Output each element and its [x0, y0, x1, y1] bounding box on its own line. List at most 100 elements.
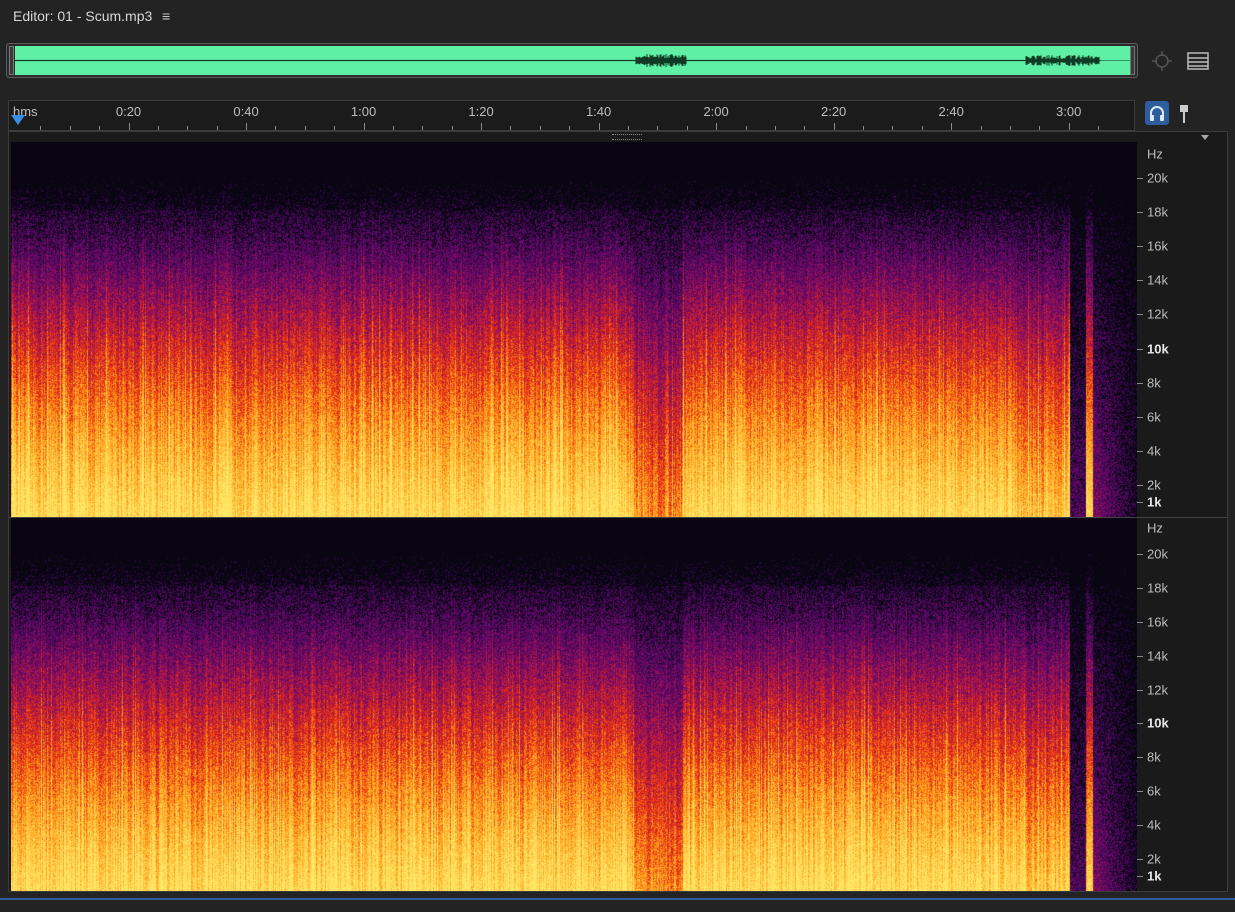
ruler-tick: [775, 126, 776, 130]
hz-label: 12k: [1147, 307, 1168, 322]
hz-label: 6k: [1147, 784, 1161, 799]
ruler-tick: [863, 126, 864, 130]
hz-label: 4k: [1147, 818, 1161, 833]
ruler-tick: [1069, 123, 1070, 130]
hz-tick: [1137, 554, 1143, 555]
headphones-icon: [1145, 101, 1169, 125]
hz-tick: [1137, 876, 1143, 877]
ruler-tick: [716, 123, 717, 130]
hz-label: 16k: [1147, 614, 1168, 629]
ruler-tick: [746, 126, 747, 130]
hz-label: 6k: [1147, 409, 1161, 424]
ruler-tick: [1039, 126, 1040, 130]
playhead-marker[interactable]: [11, 115, 25, 125]
panel-menu-icon[interactable]: ≡: [162, 8, 170, 24]
options-dropdown-icon[interactable]: [1201, 135, 1209, 140]
hz-label: 20k: [1147, 547, 1168, 562]
hz-label: 2k: [1147, 477, 1161, 492]
hz-unit-label: Hz: [1147, 521, 1163, 536]
hz-tick: [1137, 859, 1143, 860]
resize-grip[interactable]: [612, 134, 642, 140]
time-label: 0:40: [233, 104, 258, 119]
editor-title: Editor: 01 - Scum.mp3: [13, 8, 152, 24]
ruler-tick: [510, 126, 511, 130]
ruler-tick: [922, 126, 923, 130]
ruler-tick: [305, 126, 306, 130]
channel-left[interactable]: [11, 142, 1137, 517]
status-bar-line: [0, 898, 1235, 900]
time-label: 1:00: [351, 104, 376, 119]
hz-tick: [1137, 502, 1143, 503]
ruler-tick: [1010, 126, 1011, 130]
ruler-tick: [364, 123, 365, 130]
ruler-tick: [834, 123, 835, 130]
panel-layout-icon[interactable]: [1187, 52, 1209, 70]
hz-label: 18k: [1147, 205, 1168, 220]
ruler-tick: [892, 126, 893, 130]
hz-tick: [1137, 757, 1143, 758]
hz-label: 8k: [1147, 375, 1161, 390]
ruler-tick: [481, 123, 482, 130]
hz-unit-label: Hz: [1147, 147, 1163, 162]
ruler-tick: [951, 123, 952, 130]
hz-label: 18k: [1147, 580, 1168, 595]
channel-right[interactable]: [11, 518, 1137, 891]
hz-label: 16k: [1147, 239, 1168, 254]
hz-label: 14k: [1147, 273, 1168, 288]
ruler-tick: [129, 123, 130, 130]
marker-pin-icon[interactable]: [1178, 104, 1190, 124]
overview-waveform-trace: [15, 46, 1131, 75]
waveform-path: [15, 54, 1130, 67]
ruler-tick: [393, 126, 394, 130]
hz-tick: [1137, 622, 1143, 623]
frequency-axis-left: Hz 20k 18k 16k 14k 12k 10k 8k 6k 4k 2k 1k: [1137, 142, 1227, 517]
hz-tick: [1137, 690, 1143, 691]
ruler-tick: [40, 126, 41, 130]
ruler-tick: [657, 126, 658, 130]
ruler-tick: [452, 126, 453, 130]
hz-tick: [1137, 417, 1143, 418]
hz-label: 10k: [1147, 341, 1169, 356]
hz-tick: [1137, 485, 1143, 486]
hz-tick: [1137, 825, 1143, 826]
hz-tick: [1137, 723, 1143, 724]
hz-tick: [1137, 349, 1143, 350]
hz-label: 12k: [1147, 682, 1168, 697]
spectral-frequency-display[interactable]: Hz 20k 18k 16k 14k 12k 10k 8k 6k 4k 2k 1k Hz 20k 18…: [8, 131, 1228, 892]
time-label: 2:40: [939, 104, 964, 119]
hz-label: 14k: [1147, 648, 1168, 663]
ruler-tick: [275, 126, 276, 130]
editor-title-bar: Editor: 01 - Scum.mp3 ≡: [0, 0, 1235, 34]
spectrogram-left[interactable]: [11, 142, 1137, 517]
frequency-axis-right: Hz 20k 18k 16k 14k 12k 10k 8k 6k 4k 2k 1k: [1137, 518, 1227, 891]
hz-tick: [1137, 246, 1143, 247]
hz-label: 20k: [1147, 171, 1168, 186]
ruler-tick: [334, 126, 335, 130]
ruler-tick: [569, 126, 570, 130]
time-label: 2:20: [821, 104, 846, 119]
time-ruler[interactable]: hms 0:20 0:40 1:00 1:20 1:40 2:00 2:20 2:40 3:00: [8, 100, 1135, 131]
ruler-tick: [70, 126, 71, 130]
hz-tick: [1137, 314, 1143, 315]
overview-left-handle[interactable]: [9, 46, 14, 75]
time-label: 1:40: [586, 104, 611, 119]
hz-tick: [1137, 178, 1143, 179]
monitor-toggle-button[interactable]: [1145, 101, 1169, 125]
hz-tick: [1137, 791, 1143, 792]
hz-tick: [1137, 656, 1143, 657]
time-label: 2:00: [703, 104, 728, 119]
time-label: 1:20: [468, 104, 493, 119]
hz-tick: [1137, 280, 1143, 281]
ruler-tick: [628, 126, 629, 130]
ruler-tick: [187, 126, 188, 130]
hz-tick: [1137, 588, 1143, 589]
spectrogram-right[interactable]: [11, 518, 1137, 891]
hz-tick: [1137, 451, 1143, 452]
hz-label: 10k: [1147, 716, 1169, 731]
zoom-navigator-icon[interactable]: [1151, 50, 1173, 72]
ruler-tick: [422, 126, 423, 130]
overview-waveform-navigator[interactable]: [6, 43, 1138, 78]
hz-tick: [1137, 212, 1143, 213]
ruler-tick: [599, 123, 600, 130]
overview-right-handle[interactable]: [1130, 46, 1135, 75]
